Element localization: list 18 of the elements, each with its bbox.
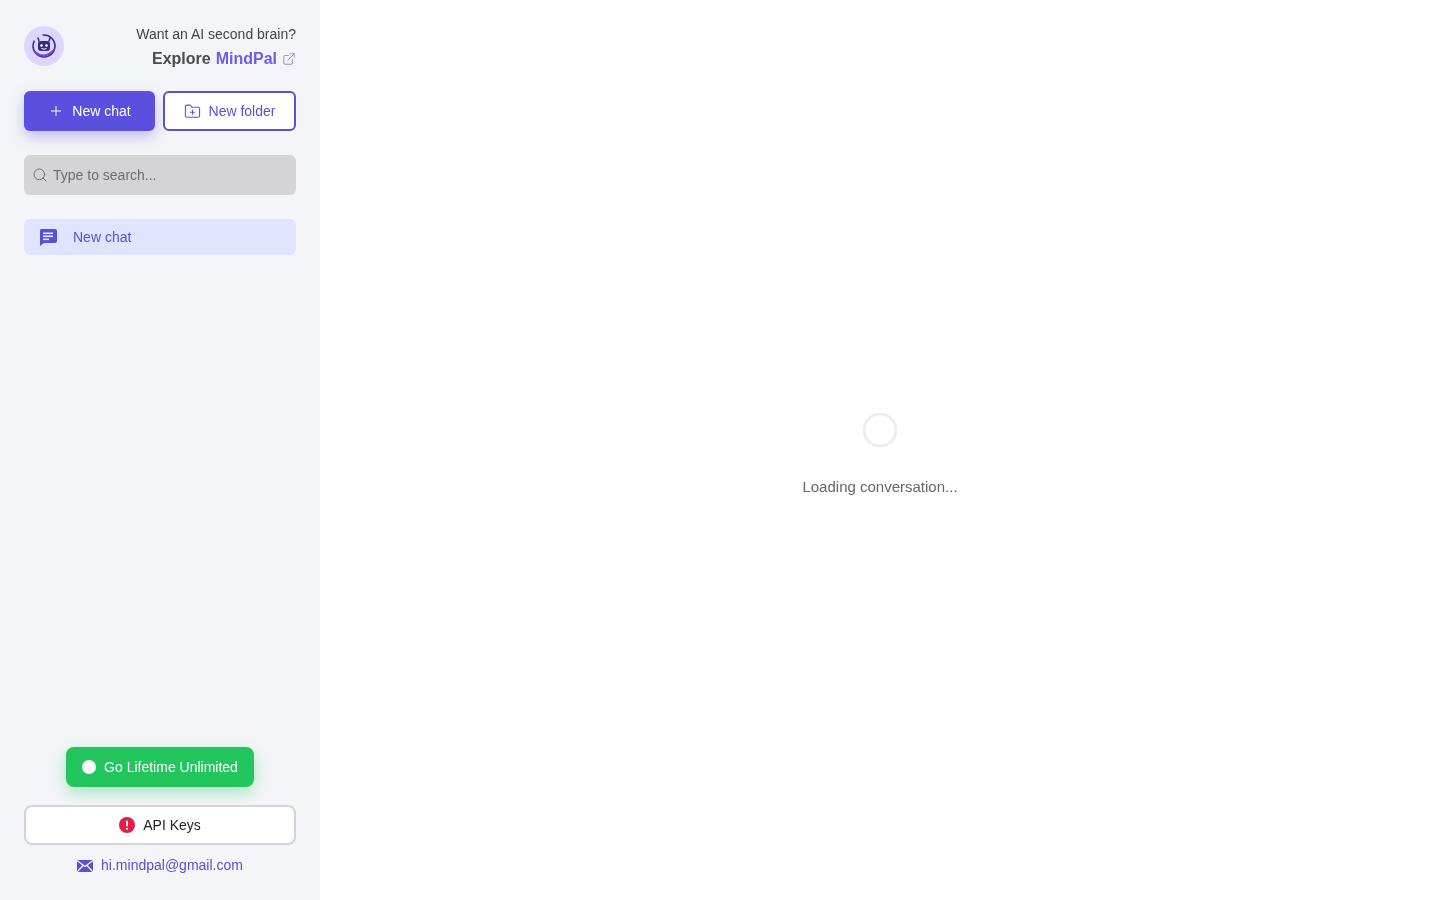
external-link-icon: [282, 52, 296, 66]
search-field[interactable]: Type to search...: [24, 155, 296, 195]
api-keys-button[interactable]: API Keys: [24, 805, 296, 845]
folder-plus-icon: [183, 102, 201, 120]
warning-icon: [119, 817, 136, 833]
mail-icon: [77, 859, 94, 872]
tagline-text: Want an AI second brain?: [136, 26, 296, 42]
mindpal-link[interactable]: MindPal: [215, 49, 277, 69]
search-icon: [32, 167, 48, 183]
chat-bubble-icon: [39, 228, 57, 246]
loading-status-text: Loading conversation...: [802, 476, 958, 497]
new-chat-button[interactable]: New chat: [24, 91, 155, 131]
status-dot-icon: [82, 760, 97, 774]
chat-list-item[interactable]: New chat: [24, 219, 296, 255]
robot-logo-icon: [24, 26, 64, 66]
explore-text: Explore: [151, 49, 211, 69]
email-link[interactable]: hi.mindpal@gmail.com: [101, 855, 243, 876]
new-folder-button[interactable]: New folder: [163, 91, 296, 131]
